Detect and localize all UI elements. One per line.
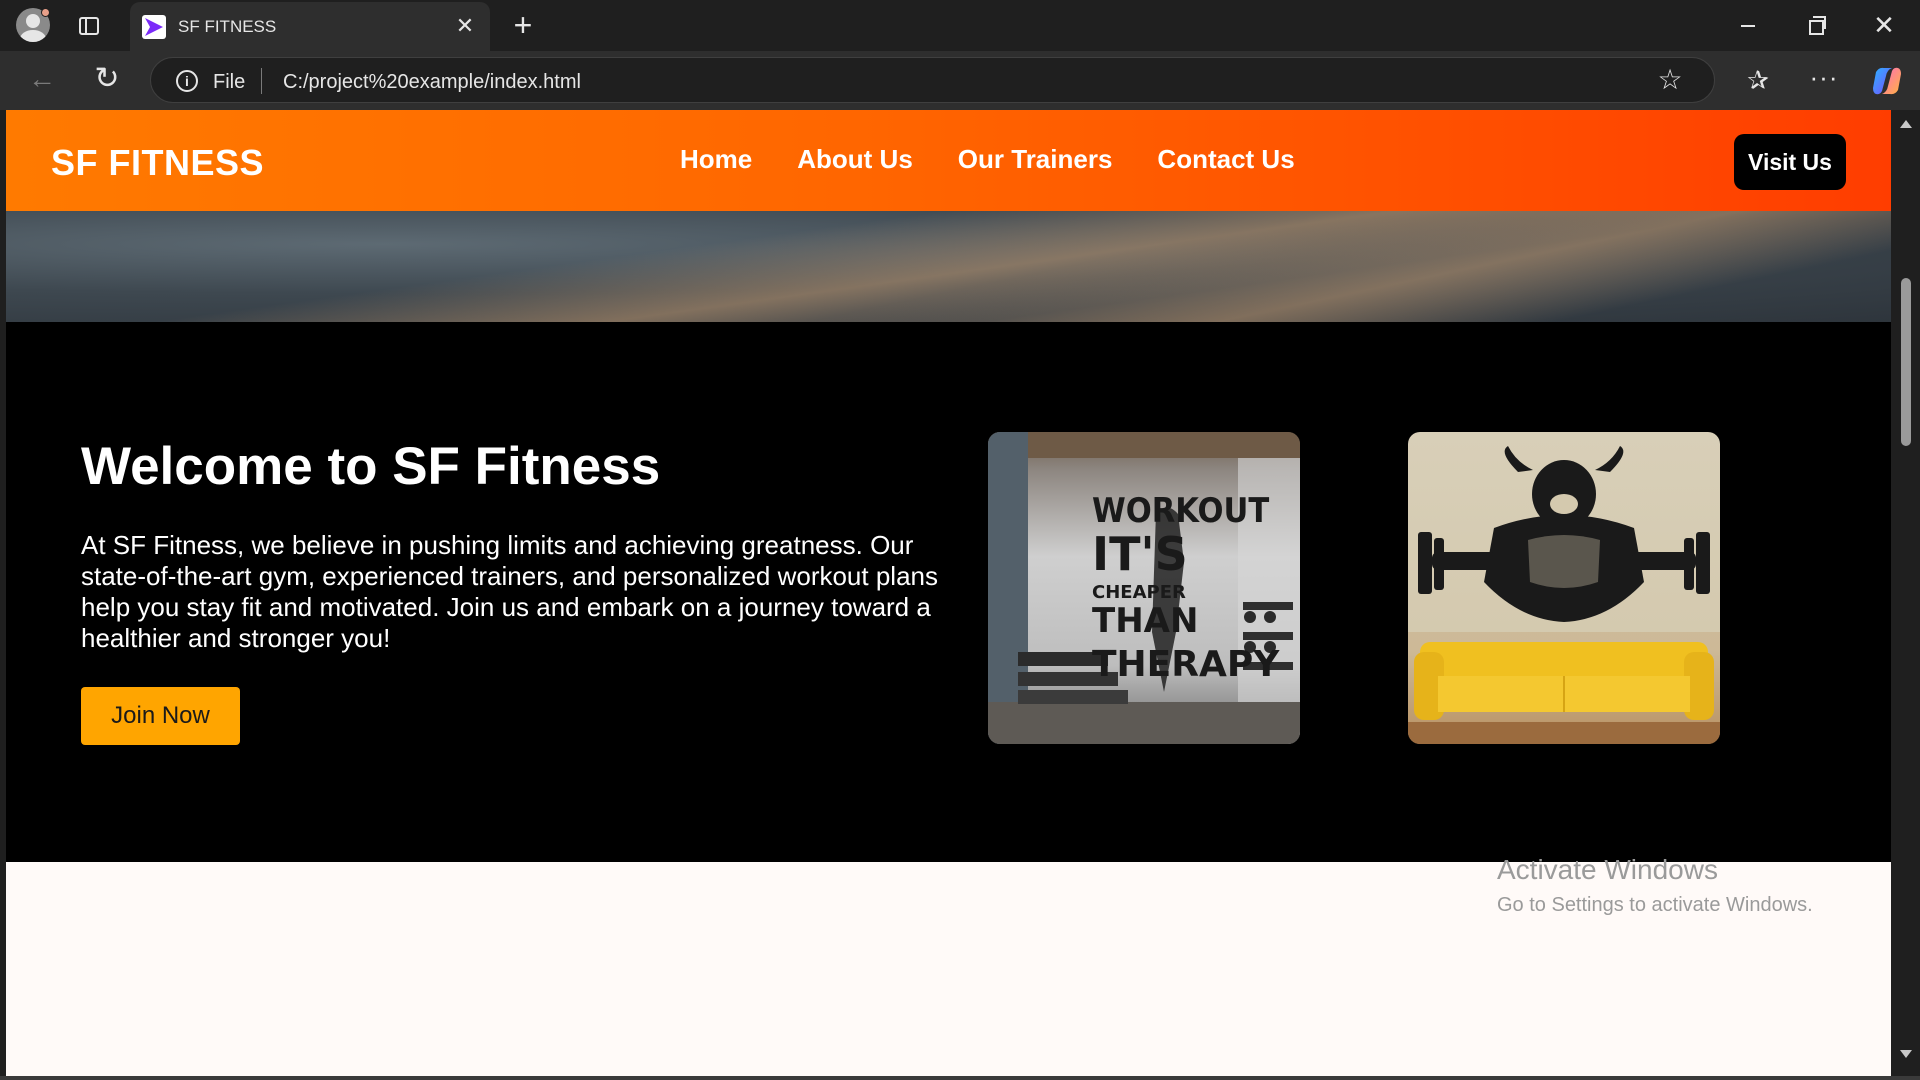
- tab-title: SF FITNESS: [178, 17, 277, 36]
- minimize-button[interactable]: [1727, 8, 1767, 42]
- tab-close-icon[interactable]: ✕: [452, 13, 478, 39]
- gym-photo-bull: [1408, 432, 1720, 744]
- scrollbar[interactable]: [1891, 110, 1920, 1076]
- join-now-button[interactable]: Join Now: [81, 687, 240, 745]
- nav-home[interactable]: Home: [680, 144, 752, 175]
- browser-tab[interactable]: SF FITNESS ✕: [130, 2, 490, 51]
- poster-line-3: CHEAPER: [1092, 582, 1186, 603]
- tab-actions-icon[interactable]: [76, 13, 102, 39]
- restore-button[interactable]: [1795, 8, 1835, 42]
- favorites-icon[interactable]: ✰: [1742, 64, 1774, 96]
- window-bottom-edge: [0, 1076, 1920, 1080]
- scroll-up-icon[interactable]: [1900, 120, 1912, 128]
- address-separator: [261, 68, 262, 94]
- copilot-icon[interactable]: [1870, 64, 1904, 98]
- poster-line-5: THERAPY: [1092, 644, 1280, 685]
- nav-contact-us[interactable]: Contact Us: [1157, 144, 1294, 175]
- new-tab-button[interactable]: +: [508, 8, 538, 42]
- info-icon[interactable]: i: [176, 70, 198, 92]
- favicon-icon: [142, 15, 166, 39]
- brand-logo[interactable]: SF FITNESS: [51, 142, 264, 184]
- reload-icon[interactable]: ↻: [90, 62, 124, 96]
- welcome-text: At SF Fitness, we believe in pushing lim…: [81, 530, 938, 653]
- star-icon[interactable]: ☆: [1656, 66, 1684, 94]
- nav-our-trainers[interactable]: Our Trainers: [958, 144, 1113, 175]
- page-viewport: SF FITNESS Home About Us Our Trainers Co…: [6, 110, 1891, 1076]
- address-bar[interactable]: i File C:/project%20example/index.html ☆: [150, 57, 1715, 103]
- main-nav: Home About Us Our Trainers Contact Us: [680, 144, 1295, 175]
- gym-photo-workout: WORKOUT IT'S CHEAPER THAN THERAPY: [988, 432, 1300, 744]
- more-icon[interactable]: ···: [1808, 64, 1840, 96]
- site-header: SF FITNESS Home About Us Our Trainers Co…: [6, 110, 1891, 211]
- poster-line-4: THAN: [1092, 601, 1198, 641]
- poster-line-2: IT'S: [1092, 527, 1188, 581]
- poster-line-1: WORKOUT: [1092, 491, 1269, 531]
- hero-background-image: [6, 211, 1891, 322]
- activate-windows-title: Activate Windows: [1497, 854, 1718, 885]
- back-icon[interactable]: ←: [25, 62, 59, 96]
- scroll-thumb[interactable]: [1901, 278, 1911, 446]
- profile-notification-dot: [41, 8, 50, 17]
- welcome-section: Welcome to SF Fitness At SF Fitness, we …: [6, 322, 1891, 862]
- close-window-button[interactable]: ✕: [1864, 8, 1904, 42]
- welcome-title: Welcome to SF Fitness: [81, 437, 661, 496]
- browser-toolbar: ← ↻ i File C:/project%20example/index.ht…: [0, 51, 1920, 110]
- address-scheme: File: [213, 71, 246, 93]
- address-url[interactable]: C:/project%20example/index.html: [283, 71, 581, 94]
- nav-about-us[interactable]: About Us: [797, 144, 913, 175]
- browser-tab-bar: SF FITNESS ✕ + ✕: [0, 0, 1920, 51]
- scroll-down-icon[interactable]: [1900, 1050, 1912, 1058]
- activate-windows-subtitle: Go to Settings to activate Windows.: [1497, 894, 1813, 916]
- visit-us-button[interactable]: Visit Us: [1734, 134, 1846, 190]
